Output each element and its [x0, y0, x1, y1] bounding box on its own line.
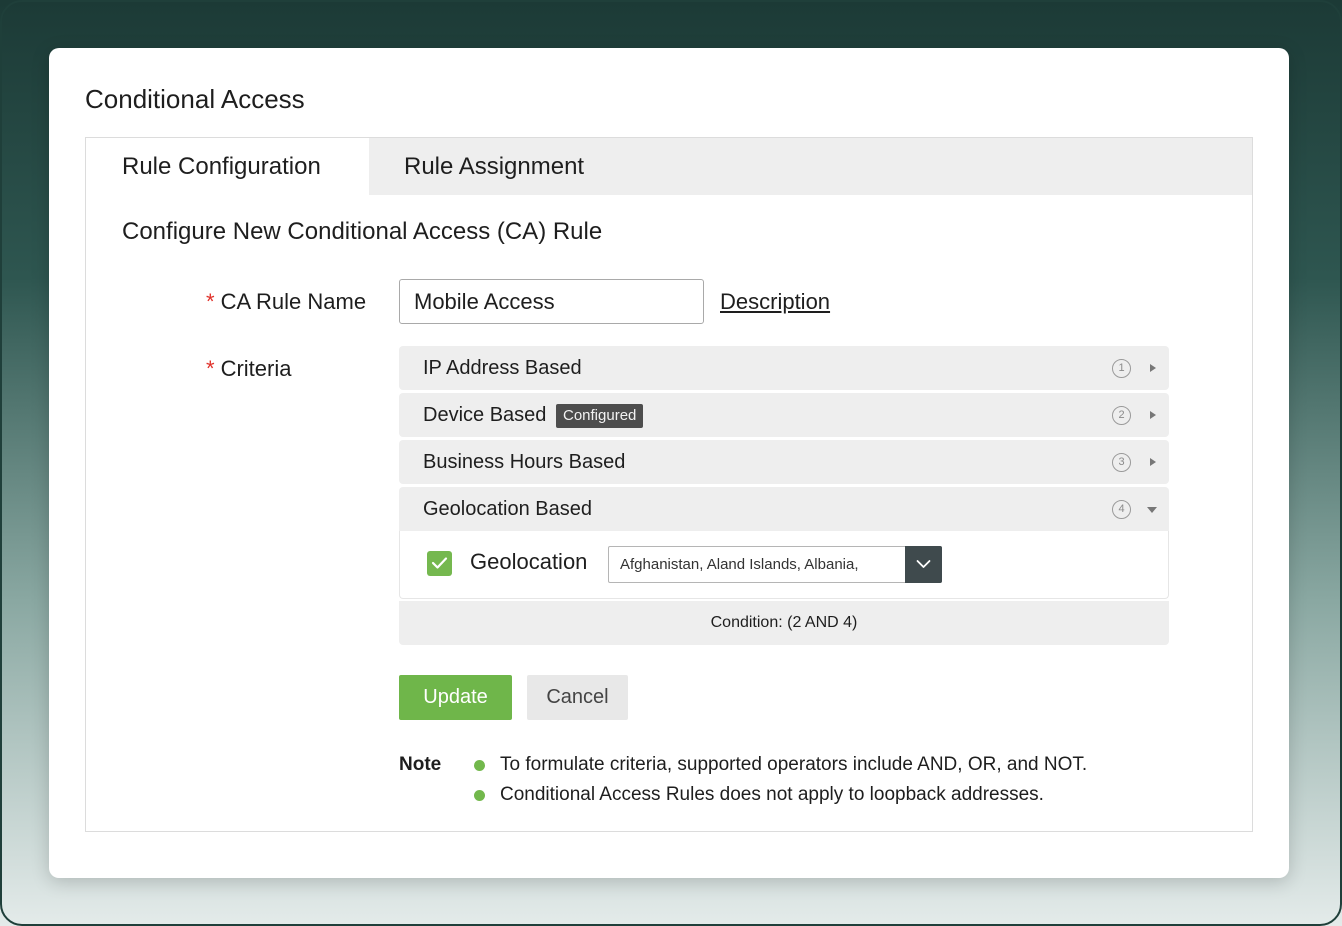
tab-rule-assignment[interactable]: Rule Assignment: [369, 138, 629, 195]
geolocation-panel: Geolocation Afghanistan, Aland Islands, …: [399, 531, 1169, 599]
rule-panel: Rule Configuration Rule Assignment Confi…: [85, 137, 1253, 832]
note-label: Note: [399, 754, 442, 775]
criteria-item-ip-address[interactable]: IP Address Based 1: [399, 346, 1169, 390]
rule-name-input[interactable]: [399, 279, 704, 324]
geolocation-label: Geolocation: [470, 549, 588, 574]
required-marker: *: [206, 289, 215, 314]
note-text: Conditional Access Rules does not apply …: [500, 784, 1044, 805]
configured-badge: Configured: [556, 404, 644, 428]
required-marker: *: [206, 356, 215, 381]
note-item: To formulate criteria, supported operato…: [474, 752, 1087, 782]
geolocation-checkbox[interactable]: [427, 551, 452, 576]
step-number-icon: 3: [1112, 453, 1131, 472]
criteria-item-label: Device Based: [423, 404, 547, 426]
criteria-item-label: Geolocation Based: [423, 498, 593, 520]
rule-name-label: * CA Rule Name: [206, 289, 366, 315]
rule-name-label-text: CA Rule Name: [220, 289, 367, 314]
geolocation-selected-value: Afghanistan, Aland Islands, Albania,: [620, 556, 859, 573]
chevron-down-icon: [916, 560, 931, 568]
criteria-label-text: Criteria: [220, 356, 292, 381]
note-item: Conditional Access Rules does not apply …: [474, 782, 1087, 812]
criteria-item-geolocation[interactable]: Geolocation Based 4: [399, 487, 1169, 531]
criteria-item-device[interactable]: Device Based Configured 2: [399, 393, 1169, 437]
section-heading: Configure New Conditional Access (CA) Ru…: [122, 218, 603, 245]
criteria-item-label: Business Hours Based: [423, 451, 626, 473]
geolocation-select[interactable]: Afghanistan, Aland Islands, Albania,: [608, 546, 942, 583]
checkmark-icon: [431, 557, 448, 569]
step-number-icon: 2: [1112, 406, 1131, 425]
cancel-button[interactable]: Cancel: [527, 675, 628, 720]
note-list: To formulate criteria, supported operato…: [474, 752, 1087, 812]
caret-right-icon: [1150, 411, 1156, 419]
step-number-icon: 4: [1112, 500, 1131, 519]
description-link[interactable]: Description: [720, 289, 830, 315]
tab-rule-configuration[interactable]: Rule Configuration: [86, 138, 369, 195]
step-number-icon: 1: [1112, 359, 1131, 378]
bullet-icon: [474, 790, 485, 801]
criteria-item-label: IP Address Based: [423, 357, 582, 379]
page-title: Conditional Access: [85, 84, 305, 114]
criteria-item-business-hours[interactable]: Business Hours Based 3: [399, 440, 1169, 484]
update-button[interactable]: Update: [399, 675, 512, 720]
caret-down-icon: [1147, 507, 1157, 513]
dropdown-toggle-button[interactable]: [905, 546, 942, 583]
condition-summary: Condition: (2 AND 4): [399, 601, 1169, 645]
conditional-access-card: Conditional Access Rule Configuration Ru…: [49, 48, 1289, 878]
bullet-icon: [474, 760, 485, 771]
criteria-list: IP Address Based 1 Device Based Configur…: [399, 346, 1169, 645]
note-text: To formulate criteria, supported operato…: [500, 754, 1088, 775]
tab-bar: Rule Configuration Rule Assignment: [86, 138, 1252, 195]
caret-right-icon: [1150, 364, 1156, 372]
criteria-label: * Criteria: [206, 356, 291, 382]
caret-right-icon: [1150, 458, 1156, 466]
